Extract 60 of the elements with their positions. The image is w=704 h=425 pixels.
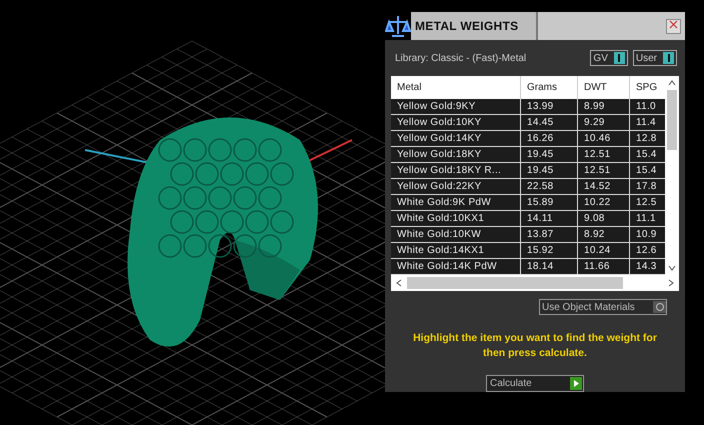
table-cell: 18.14: [521, 259, 578, 275]
table-cell: 13.99: [521, 99, 578, 115]
table-cell: 11.0: [630, 99, 666, 115]
table-cell: White Gold:10KW: [391, 227, 521, 243]
library-label: Library: Classic - (Fast)-Metal: [395, 52, 528, 64]
table-cell: Yellow Gold:10KY: [391, 115, 521, 131]
table-cell: 15.4: [630, 147, 666, 163]
table-cell: 11.1: [630, 211, 666, 227]
toggle-switch[interactable]: User: [632, 50, 677, 66]
table-cell: White Gold:14K PdW: [391, 259, 521, 275]
instruction-text: Highlight the item you want to find the weight for then press calculate.: [412, 331, 658, 361]
table-cell: 8.99: [578, 99, 630, 115]
table-cell: 10.22: [578, 195, 630, 211]
table-cell: White Gold:14KX1: [391, 243, 521, 259]
table-cell: 9.08: [578, 211, 630, 227]
table-cell: 15.92: [521, 243, 578, 259]
table-cell: 15.89: [521, 195, 578, 211]
table-cell: 16.26: [521, 131, 578, 147]
table-cell: 10.24: [578, 243, 630, 259]
table-cell: 12.8: [630, 131, 666, 147]
table-cell: 10.46: [578, 131, 630, 147]
table-cell: 9.29: [578, 115, 630, 131]
table-cell: Yellow Gold:22KY: [391, 179, 521, 195]
table-cell: Yellow Gold:18KY: [391, 147, 521, 163]
scrollbar-thumb[interactable]: [667, 90, 678, 150]
table-cell: 12.6: [630, 243, 666, 259]
table-cell: 11.66: [578, 259, 630, 275]
table-cell: 12.51: [578, 163, 630, 179]
table-cell: 17.8: [630, 179, 666, 195]
table-cell: White Gold:9K PdW: [391, 195, 521, 211]
chevron-up-icon: [668, 79, 676, 87]
table-cell: 12.5: [630, 195, 666, 211]
table-cell: 8.92: [578, 227, 630, 243]
use-object-materials-toggle[interactable]: Use Object Materials: [539, 299, 667, 315]
table-cell: 14.52: [578, 179, 630, 195]
chevron-left-icon: [395, 279, 403, 287]
play-icon: [570, 377, 582, 390]
chevron-down-icon: [668, 264, 676, 272]
chevron-right-icon: [667, 279, 675, 287]
scrollbar-thumb[interactable]: [407, 277, 623, 289]
calculate-button[interactable]: Calculate: [486, 375, 584, 392]
table-cell: White Gold:10KX1: [391, 211, 521, 227]
table-cell: 19.45: [521, 163, 578, 179]
close-icon: [669, 20, 678, 29]
table-cell: Yellow Gold:9KY: [391, 99, 521, 115]
table-cell: 11.4: [630, 115, 666, 131]
table-cell: 19.45: [521, 147, 578, 163]
close-button[interactable]: [666, 18, 681, 34]
table-cell: 12.51: [578, 147, 630, 163]
table-cell: Yellow Gold:14KY: [391, 131, 521, 147]
table-cell: 14.11: [521, 211, 578, 227]
panel-title: METAL WEIGHTS: [415, 19, 518, 33]
table-cell: 15.4: [630, 163, 666, 179]
table-cell: 22.58: [521, 179, 578, 195]
toggle-switch[interactable]: GV: [590, 50, 628, 66]
table-cell: 14.45: [521, 115, 578, 131]
table-cell: 13.87: [521, 227, 578, 243]
table-cell: 14.3: [630, 259, 666, 275]
table-cell: 10.9: [630, 227, 666, 243]
table-cell: Yellow Gold:18KY R...: [391, 163, 521, 179]
